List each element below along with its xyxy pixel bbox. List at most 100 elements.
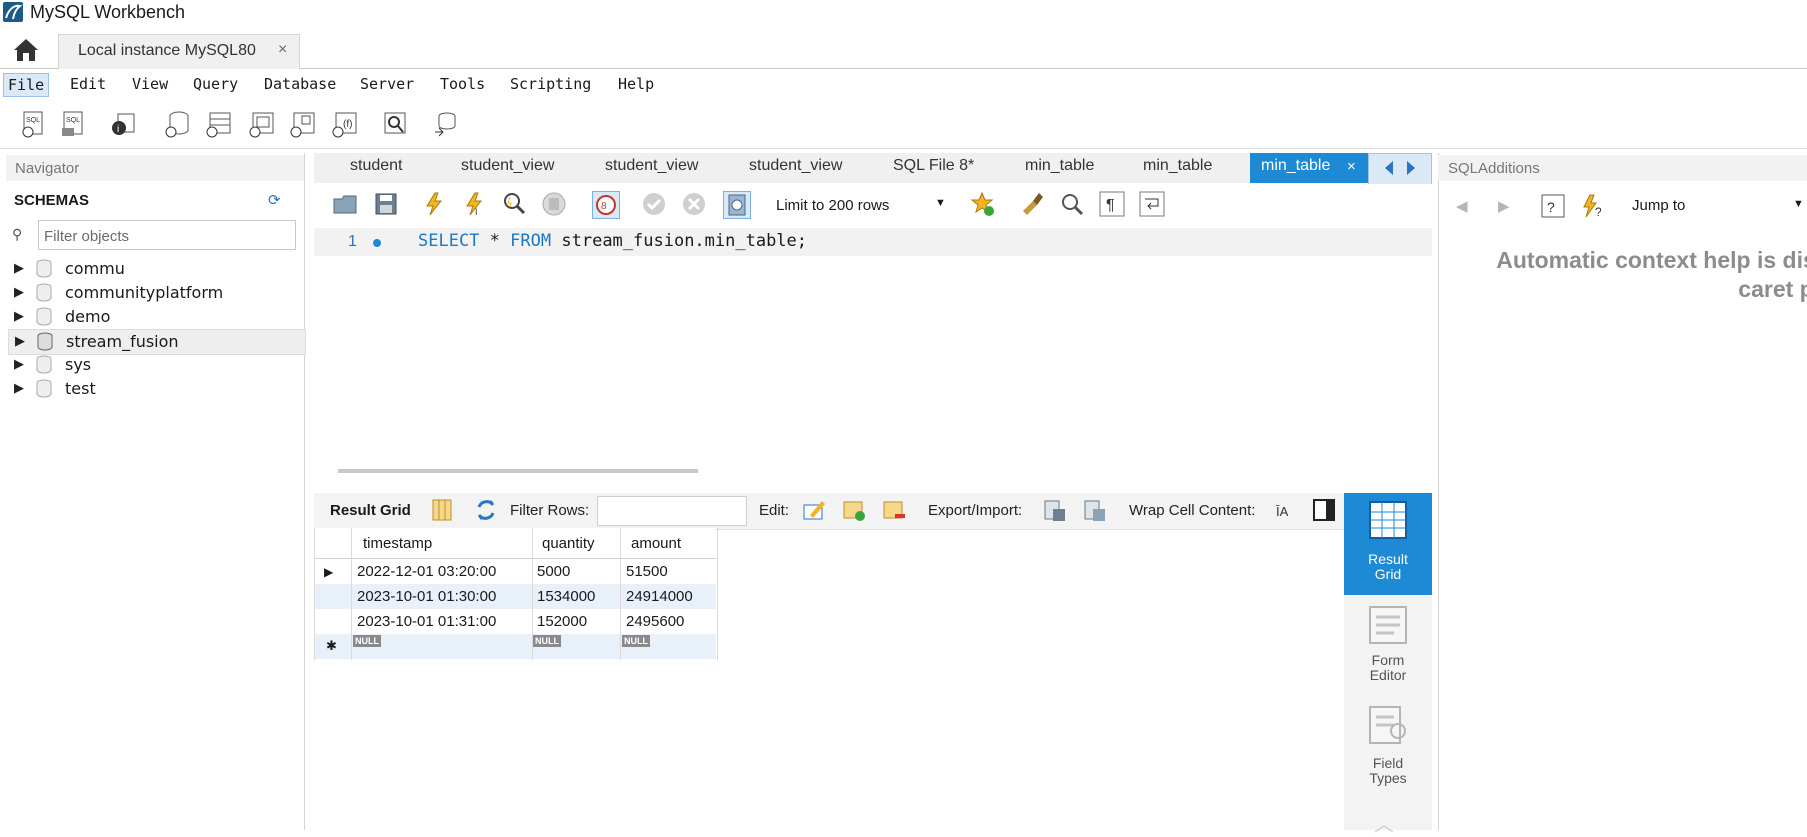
connection-tab-label[interactable]: Local instance MySQL80 xyxy=(78,42,256,60)
rollback-icon[interactable] xyxy=(681,191,707,217)
back-arrow-icon[interactable]: ◀ xyxy=(1456,197,1468,215)
close-icon[interactable]: × xyxy=(278,41,287,59)
scroll-up-icon[interactable]: ︿ xyxy=(1374,808,1394,837)
column-header-amount[interactable]: amount xyxy=(631,535,681,552)
refresh-icon[interactable] xyxy=(474,497,498,523)
table-row[interactable]: 2023-10-01 01:30:00 1534000 24914000 xyxy=(314,584,716,609)
edit-row-icon[interactable] xyxy=(802,497,826,523)
tab-scroll-arrows[interactable] xyxy=(1368,153,1432,185)
inspector-icon[interactable]: i xyxy=(110,110,138,138)
menu-view[interactable]: View xyxy=(128,73,172,95)
new-sql-tab-icon[interactable]: SQL xyxy=(20,110,48,138)
tab-student-view[interactable]: student_view xyxy=(605,157,698,175)
menu-help[interactable]: Help xyxy=(614,73,658,95)
autocommit-icon[interactable] xyxy=(723,191,751,219)
expand-arrow-icon[interactable]: ▶ xyxy=(14,308,24,324)
menu-scripting[interactable]: Scripting xyxy=(506,73,595,95)
schema-item-demo[interactable]: ▶ demo xyxy=(8,305,304,329)
save-icon[interactable] xyxy=(373,191,399,217)
cell-quantity[interactable]: 152000 xyxy=(537,613,587,630)
commit-icon[interactable] xyxy=(641,191,667,217)
column-header-timestamp[interactable]: timestamp xyxy=(363,535,432,552)
refresh-icon[interactable]: ⟳ xyxy=(268,191,281,209)
menu-edit[interactable]: Edit xyxy=(66,73,110,95)
reconnect-icon[interactable] xyxy=(431,110,459,138)
column-header-quantity[interactable]: quantity xyxy=(542,535,595,552)
cell-timestamp[interactable]: 2023-10-01 01:31:00 xyxy=(357,613,496,630)
cell-amount[interactable]: 2495600 xyxy=(626,613,684,630)
forward-arrow-icon[interactable]: ▶ xyxy=(1498,197,1510,215)
home-icon[interactable] xyxy=(8,36,44,64)
limit-rows-label[interactable]: Limit to 200 rows xyxy=(776,197,889,214)
schema-item-test[interactable]: ▶ test xyxy=(8,377,304,401)
open-sql-script-icon[interactable]: SQL xyxy=(60,110,88,138)
cell-quantity[interactable]: 5000 xyxy=(537,563,570,580)
expand-arrow-icon[interactable]: ▶ xyxy=(15,333,25,349)
create-table-icon[interactable] xyxy=(204,110,232,138)
tab-min-table[interactable]: min_table xyxy=(1025,157,1094,175)
menu-file[interactable]: File xyxy=(3,73,50,97)
create-procedure-icon[interactable] xyxy=(288,110,316,138)
table-row[interactable]: 2023-10-01 01:31:00 152000 2495600 xyxy=(314,609,716,634)
chevron-down-icon[interactable]: ▼ xyxy=(1793,198,1804,210)
beautify-icon[interactable] xyxy=(1019,191,1045,217)
form-editor-icon[interactable] xyxy=(1368,605,1408,645)
add-row-icon[interactable] xyxy=(842,497,866,523)
result-grid-label-l2[interactable]: Grid xyxy=(1344,566,1432,582)
search-table-data-icon[interactable] xyxy=(381,110,409,138)
sql-statement[interactable]: SELECT * FROM stream_fusion.min_table; xyxy=(418,231,807,251)
delete-row-icon[interactable] xyxy=(882,497,906,523)
cell-timestamp[interactable]: 2023-10-01 01:30:00 xyxy=(357,588,496,605)
chevron-down-icon[interactable]: ▼ xyxy=(935,197,946,209)
expand-arrow-icon[interactable]: ▶ xyxy=(14,380,24,396)
execute-current-icon[interactable]: I xyxy=(461,191,487,217)
explain-icon[interactable] xyxy=(501,191,527,217)
filter-rows-input[interactable] xyxy=(601,500,745,522)
expand-arrow-icon[interactable]: ▶ xyxy=(14,260,24,276)
cell-amount[interactable]: 24914000 xyxy=(626,588,693,605)
schema-item-stream-fusion[interactable]: ▶ stream_fusion xyxy=(8,329,306,355)
expand-arrow-icon[interactable]: ▶ xyxy=(14,356,24,372)
filter-objects-input[interactable] xyxy=(42,225,292,247)
create-function-icon[interactable]: (f) xyxy=(330,110,358,138)
cell-amount[interactable]: 51500 xyxy=(626,563,668,580)
menu-database[interactable]: Database xyxy=(260,73,340,95)
result-grid-icon[interactable] xyxy=(1368,500,1408,540)
toggle-panel-icon[interactable] xyxy=(1312,497,1336,523)
menu-server[interactable]: Server xyxy=(356,73,418,95)
close-icon[interactable]: × xyxy=(1347,158,1356,175)
tab-student-view[interactable]: student_view xyxy=(461,157,554,175)
stop-icon[interactable] xyxy=(541,191,567,217)
jump-to-dropdown[interactable]: Jump to xyxy=(1632,197,1685,214)
add-snippet-star-icon[interactable] xyxy=(970,191,996,217)
tab-sql-file-8[interactable]: SQL File 8* xyxy=(893,157,974,175)
create-schema-icon[interactable] xyxy=(163,110,191,138)
result-grid-tab[interactable]: Result Grid xyxy=(330,502,411,519)
schema-item-sys[interactable]: ▶ sys xyxy=(8,353,304,377)
tab-student-view[interactable]: student_view xyxy=(749,157,842,175)
expand-arrow-icon[interactable]: ▶ xyxy=(14,284,24,300)
sql-editor[interactable] xyxy=(314,228,1432,456)
menu-query[interactable]: Query xyxy=(189,73,242,95)
table-row[interactable]: ▶ 2022-12-01 03:20:00 5000 51500 xyxy=(314,559,716,584)
export-icon[interactable] xyxy=(1043,497,1067,523)
horizontal-scrollbar[interactable] xyxy=(338,469,698,473)
word-wrap-icon[interactable] xyxy=(1139,191,1165,217)
auto-context-help-icon[interactable]: ? xyxy=(1580,193,1606,219)
execute-icon[interactable] xyxy=(421,191,447,217)
grid-layout-icon[interactable] xyxy=(430,497,454,523)
active-tab-label[interactable]: min_table xyxy=(1261,157,1330,175)
tab-min-table[interactable]: min_table xyxy=(1143,157,1212,175)
invisible-chars-icon[interactable]: ¶ xyxy=(1099,191,1125,217)
wrap-text-icon[interactable]: ĪA xyxy=(1273,497,1297,523)
menu-tools[interactable]: Tools xyxy=(436,73,489,95)
cell-timestamp[interactable]: 2022-12-01 03:20:00 xyxy=(357,563,496,580)
field-types-label-l2[interactable]: Types xyxy=(1344,770,1432,786)
toggle-continue-on-error-icon[interactable]: 8 xyxy=(592,191,620,219)
result-grid-label-l1[interactable]: Result xyxy=(1344,551,1432,567)
create-view-icon[interactable] xyxy=(247,110,275,138)
schema-item-commu[interactable]: ▶ commu xyxy=(8,257,304,281)
find-icon[interactable] xyxy=(1059,191,1085,217)
schema-item-communityplatform[interactable]: ▶ communityplatform xyxy=(8,281,304,305)
tab-student[interactable]: student xyxy=(350,157,402,175)
